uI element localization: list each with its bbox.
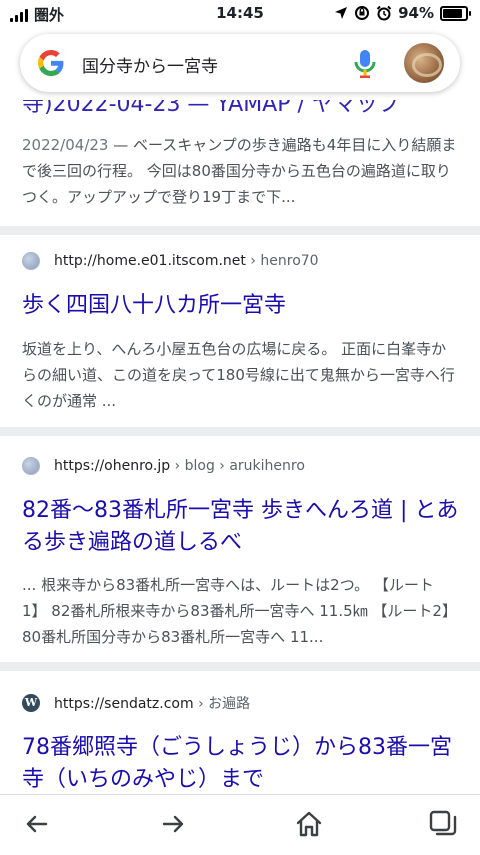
status-bar: 圏外 14:45 94% (0, 0, 480, 28)
home-icon[interactable] (294, 809, 324, 839)
wordpress-icon: W (22, 694, 40, 712)
microphone-icon[interactable] (352, 49, 378, 79)
orientation-lock-icon (355, 6, 370, 20)
result-snippet: ... 根来寺から83番札所一宮寺へは、ルートは2つ。 【ルート1】 82番札所… (22, 576, 457, 646)
result-title-link[interactable]: 歩く四国八十八カ所一宮寺 (22, 290, 462, 322)
battery-percent: 94% (398, 4, 434, 22)
globe-icon (22, 252, 40, 270)
globe-icon (22, 457, 40, 475)
search-results: 寺)2022-04-23 — YAMAP / ヤマップ 2022/04/23 —… (0, 100, 480, 794)
result-title-link[interactable]: 82番〜83番札所一宮寺 歩きへんろ道 | とある歩き遍路の道しるべ (22, 495, 462, 559)
partial-result-title[interactable]: 寺)2022-04-23 — YAMAP / ヤマップ (22, 100, 400, 118)
alarm-icon (376, 5, 392, 21)
result-url: https://sendatz.com (54, 696, 194, 712)
location-arrow-icon (335, 7, 348, 19)
back-arrow-icon[interactable] (22, 809, 52, 839)
battery-fill (443, 8, 462, 18)
result-site-row[interactable]: W https://sendatz.com › お遍路 (22, 693, 250, 713)
result-url: http://home.e01.itscom.net (54, 253, 246, 269)
google-g-icon (38, 50, 64, 76)
avatar[interactable] (404, 43, 444, 83)
forward-arrow-icon[interactable] (158, 809, 188, 839)
result-snippet: 坂道を上り、へんろ小屋五色台の広場に戻る。 正面に白峯寺からの細い道、この道を戻… (22, 340, 455, 410)
result-divider (0, 662, 480, 671)
result-snippet: 2022/04/23 — ベースキャンプの歩き遍路も4年目に入り結願まで後三回の… (22, 132, 458, 210)
result-site-row[interactable]: http://home.e01.itscom.net › henro70 (22, 252, 319, 270)
battery-icon (440, 5, 471, 21)
search-input[interactable]: 国分寺から一宮寺 (82, 52, 218, 77)
result-title-link[interactable]: 78番郷照寺（ごうしょうじ）から83番一宮寺（いちのみやじ）まで (22, 732, 462, 794)
result-site-row[interactable]: https://ohenro.jp › blog › arukihenro (22, 457, 305, 475)
result-path: › henro70 (245, 253, 319, 269)
result-divider (0, 226, 480, 235)
result-divider (0, 427, 480, 436)
status-right: 94% (334, 4, 471, 22)
bottom-toolbar (0, 794, 480, 855)
result-url: https://ohenro.jp (54, 458, 171, 474)
search-bar[interactable]: 国分寺から一宮寺 (20, 34, 460, 92)
result-date: 2022/04/23 (22, 136, 109, 154)
tabs-icon[interactable] (428, 809, 458, 839)
result-path: › blog › arukihenro (170, 458, 305, 474)
result-path: › お遍路 (193, 696, 251, 712)
